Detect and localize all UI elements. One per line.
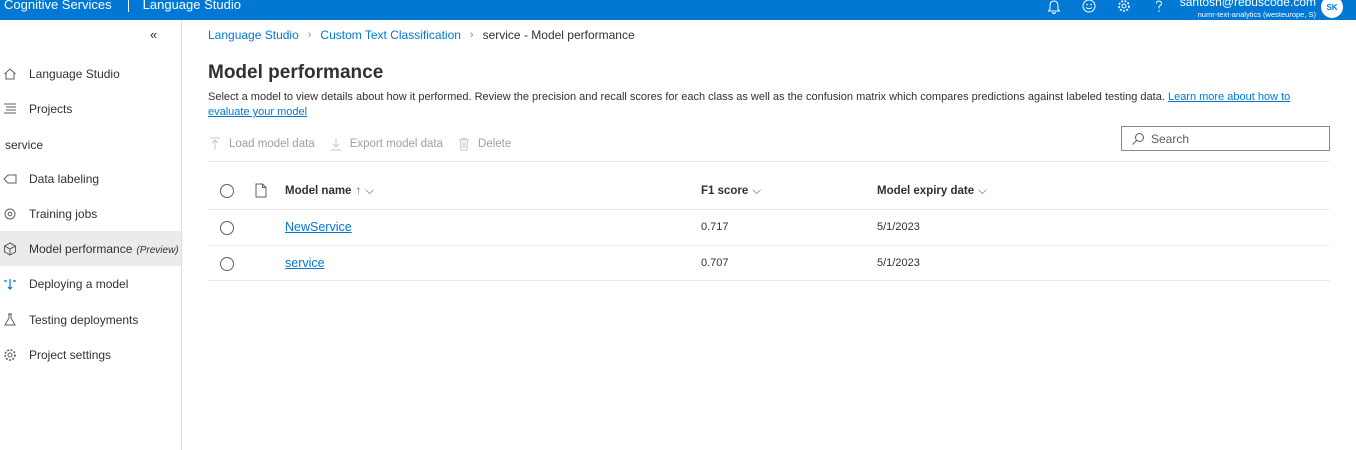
description-text: Select a model to view details about how… bbox=[208, 91, 1165, 103]
sidebar-item-label: Training jobs bbox=[29, 206, 98, 221]
breadcrumb: Language Studio › Custom Text Classifica… bbox=[208, 28, 635, 42]
export-model-data-button[interactable]: Export model data bbox=[329, 137, 443, 151]
search-input[interactable]: Search bbox=[1121, 126, 1330, 151]
chevron-down-icon[interactable]: ⌵ bbox=[752, 185, 761, 197]
breadcrumb-language-studio[interactable]: Language Studio bbox=[208, 28, 299, 42]
deploy-icon bbox=[4, 278, 16, 290]
chevron-right-icon: › bbox=[307, 29, 312, 41]
trash-icon bbox=[459, 138, 470, 151]
select-all-radio[interactable] bbox=[220, 184, 234, 198]
sidebar-item-projects[interactable]: Projects bbox=[0, 91, 181, 126]
upload-icon bbox=[210, 137, 220, 150]
breadcrumb-current: service - Model performance bbox=[482, 28, 635, 42]
column-header-expiry-label: Model expiry date bbox=[877, 185, 975, 197]
home-icon bbox=[4, 67, 16, 79]
sidebar-item-testing-deployments[interactable]: Testing deployments bbox=[0, 302, 181, 337]
chevron-right-icon: › bbox=[469, 29, 474, 41]
sidebar-item-label: Language Studio bbox=[29, 66, 120, 81]
sidebar-item-model-performance[interactable]: Model performance (Preview) bbox=[0, 231, 181, 266]
flask-icon bbox=[4, 313, 16, 325]
sidebar-item-project-settings[interactable]: Project settings bbox=[0, 337, 181, 372]
avatar[interactable]: SK bbox=[1321, 0, 1343, 18]
sidebar-item-label: Model performance (Preview) bbox=[29, 242, 179, 256]
column-header-f1-score-label: F1 score bbox=[701, 185, 749, 197]
cube-icon bbox=[4, 241, 16, 256]
toolbar: Load model data Export model data Delete bbox=[208, 135, 525, 153]
row-select-radio[interactable] bbox=[220, 221, 234, 235]
sidebar-item-deploying-a-model[interactable]: Deploying a model bbox=[0, 266, 181, 301]
user-email: santosh@rebuscode.com bbox=[1179, 0, 1316, 9]
delete-label: Delete bbox=[478, 138, 512, 150]
delete-button[interactable]: Delete bbox=[457, 137, 511, 151]
table-header-row: Model name ↑ ⌵ F1 score ⌵ Model expiry date… bbox=[208, 173, 1330, 210]
user-info[interactable]: santosh@rebuscode.com numr-text-analytic… bbox=[1180, 0, 1316, 19]
brand: Cognitive Services Language Studio bbox=[4, 0, 241, 12]
sidebar: « Language Studio Projects service Data … bbox=[0, 20, 182, 450]
f1-score-value: 0.717 bbox=[701, 221, 729, 233]
notifications-icon[interactable] bbox=[1046, 0, 1062, 14]
sidebar-item-training-jobs[interactable]: Training jobs bbox=[0, 196, 181, 231]
download-icon bbox=[330, 138, 341, 151]
model-name-link[interactable]: NewService bbox=[285, 220, 352, 234]
feedback-smiley-icon[interactable] bbox=[1081, 0, 1097, 14]
gear-icon bbox=[4, 348, 16, 361]
sort-ascending-icon: ↑ bbox=[355, 185, 362, 197]
training-icon bbox=[4, 208, 16, 219]
table-row[interactable]: service 0.707 5/1/2023 bbox=[208, 246, 1330, 281]
sidebar-item-label: Projects bbox=[29, 101, 73, 116]
sidebar-item-label: Deploying a model bbox=[29, 276, 129, 291]
model-name-link[interactable]: service bbox=[285, 256, 325, 270]
toolbar-divider bbox=[208, 161, 1330, 162]
settings-gear-icon[interactable] bbox=[1116, 0, 1132, 14]
file-type-icon bbox=[255, 183, 267, 198]
chevron-down-icon[interactable]: ⌵ bbox=[365, 185, 374, 197]
column-header-model-expiry-date[interactable]: Model expiry date ⌵ bbox=[877, 185, 987, 198]
table-row[interactable]: NewService 0.717 5/1/2023 bbox=[208, 210, 1330, 246]
f1-score-value: 0.707 bbox=[701, 257, 729, 269]
page-title: Model performance bbox=[208, 62, 384, 83]
sidebar-item-label: Data labeling bbox=[29, 171, 100, 186]
column-header-f1-score[interactable]: F1 score ⌵ bbox=[701, 185, 761, 198]
sidebar-item-language-studio[interactable]: Language Studio bbox=[0, 56, 181, 91]
breadcrumb-custom-text-classification[interactable]: Custom Text Classification bbox=[320, 28, 461, 42]
column-header-model-name[interactable]: Model name ↑ ⌵ bbox=[285, 185, 374, 198]
sidebar-item-label: Testing deployments bbox=[29, 312, 139, 327]
model-expiry-value: 5/1/2023 bbox=[877, 257, 920, 269]
preview-badge: (Preview) bbox=[136, 244, 179, 256]
load-model-data-label: Load model data bbox=[229, 138, 315, 150]
row-select-radio[interactable] bbox=[220, 257, 234, 271]
tag-icon bbox=[3, 174, 17, 183]
model-expiry-value: 5/1/2023 bbox=[877, 221, 920, 233]
studio-name[interactable]: Language Studio bbox=[143, 0, 241, 12]
search-icon bbox=[1132, 132, 1144, 145]
sidebar-item-label: Project settings bbox=[29, 347, 112, 362]
load-model-data-button[interactable]: Load model data bbox=[208, 137, 315, 151]
search-placeholder: Search bbox=[1151, 131, 1190, 146]
top-bar: Cognitive Services Language Studio santo… bbox=[0, 0, 1356, 20]
collapse-sidebar-icon[interactable]: « bbox=[150, 27, 157, 42]
chevron-down-icon[interactable]: ⌵ bbox=[978, 185, 987, 197]
page-description: Select a model to view details about how… bbox=[208, 90, 1318, 120]
sidebar-item-text: Model performance bbox=[29, 241, 133, 256]
export-model-data-label: Export model data bbox=[349, 138, 444, 150]
list-icon bbox=[4, 103, 16, 113]
help-icon[interactable] bbox=[1151, 0, 1167, 14]
project-section-label: service bbox=[5, 138, 44, 152]
column-header-model-name-label: Model name bbox=[285, 185, 352, 197]
sidebar-item-data-labeling[interactable]: Data labeling bbox=[0, 161, 181, 196]
user-tenant: numr-text-analytics (westeurope, S) bbox=[1197, 10, 1316, 19]
brand-separator bbox=[127, 0, 129, 12]
main-content: Language Studio › Custom Text Classifica… bbox=[182, 20, 1356, 450]
app-name[interactable]: Cognitive Services bbox=[4, 0, 112, 12]
